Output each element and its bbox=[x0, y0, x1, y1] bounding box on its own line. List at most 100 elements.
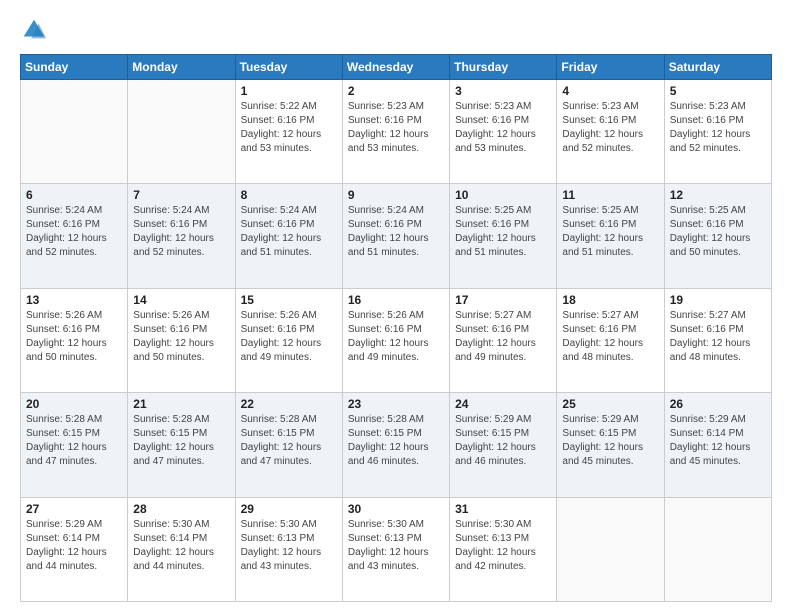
calendar-week-row: 20 Sunrise: 5:28 AM Sunset: 6:15 PM Dayli… bbox=[21, 393, 772, 497]
day-info: Sunrise: 5:30 AM Sunset: 6:13 PM Dayligh… bbox=[455, 518, 551, 574]
day-info: Sunrise: 5:29 AM Sunset: 6:14 PM Dayligh… bbox=[670, 413, 766, 469]
calendar-cell: 28 Sunrise: 5:30 AM Sunset: 6:14 PM Dayli… bbox=[128, 497, 235, 601]
day-info: Sunrise: 5:27 AM Sunset: 6:16 PM Dayligh… bbox=[455, 309, 551, 365]
calendar-day-header: Saturday bbox=[664, 55, 771, 80]
day-info: Sunrise: 5:26 AM Sunset: 6:16 PM Dayligh… bbox=[26, 309, 122, 365]
day-info: Sunrise: 5:26 AM Sunset: 6:16 PM Dayligh… bbox=[241, 309, 337, 365]
day-info: Sunrise: 5:27 AM Sunset: 6:16 PM Dayligh… bbox=[562, 309, 658, 365]
day-number: 2 bbox=[348, 84, 444, 98]
day-number: 19 bbox=[670, 293, 766, 307]
calendar-cell: 30Sunrise: 5:30 AM Sunset: 6:13 PM Dayli… bbox=[342, 497, 449, 601]
day-info: Sunrise: 5:24 AM Sunset: 6:16 PM Dayligh… bbox=[26, 204, 122, 260]
calendar-cell: 9 Sunrise: 5:24 AM Sunset: 6:16 PM Daylig… bbox=[342, 184, 449, 288]
day-number: 11 bbox=[562, 188, 658, 202]
calendar-cell: 1 Sunrise: 5:22 AM Sunset: 6:16 PM Daylig… bbox=[235, 80, 342, 184]
day-info: Sunrise: 5:24 AM Sunset: 6:16 PM Dayligh… bbox=[241, 204, 337, 260]
calendar-cell: 4 Sunrise: 5:23 AM Sunset: 6:16 PM Daylig… bbox=[557, 80, 664, 184]
day-number: 29 bbox=[241, 502, 337, 516]
day-info: Sunrise: 5:23 AM Sunset: 6:16 PM Dayligh… bbox=[562, 100, 658, 156]
day-info: Sunrise: 5:28 AM Sunset: 6:15 PM Dayligh… bbox=[133, 413, 229, 469]
calendar-cell: 29 Sunrise: 5:30 AM Sunset: 6:13 PM Dayli… bbox=[235, 497, 342, 601]
day-info: Sunrise: 5:28 AM Sunset: 6:15 PM Dayligh… bbox=[348, 413, 444, 469]
calendar-cell: 22 Sunrise: 5:28 AM Sunset: 6:15 PM Dayli… bbox=[235, 393, 342, 497]
calendar-cell: 8Sunrise: 5:24 AM Sunset: 6:16 PM Daylig… bbox=[235, 184, 342, 288]
calendar-cell: 7Sunrise: 5:24 AM Sunset: 6:16 PM Daylig… bbox=[128, 184, 235, 288]
calendar-cell: 14 Sunrise: 5:26 AM Sunset: 6:16 PM Dayli… bbox=[128, 288, 235, 392]
day-number: 22 bbox=[241, 397, 337, 411]
day-info: Sunrise: 5:22 AM Sunset: 6:16 PM Dayligh… bbox=[241, 100, 337, 156]
calendar-cell: 25Sunrise: 5:29 AM Sunset: 6:15 PM Dayli… bbox=[557, 393, 664, 497]
day-info: Sunrise: 5:25 AM Sunset: 6:16 PM Dayligh… bbox=[455, 204, 551, 260]
logo bbox=[20, 16, 52, 44]
day-info: Sunrise: 5:30 AM Sunset: 6:13 PM Dayligh… bbox=[241, 518, 337, 574]
day-info: Sunrise: 5:25 AM Sunset: 6:16 PM Dayligh… bbox=[670, 204, 766, 260]
day-info: Sunrise: 5:23 AM Sunset: 6:16 PM Dayligh… bbox=[455, 100, 551, 156]
calendar-week-row: 1 Sunrise: 5:22 AM Sunset: 6:16 PM Daylig… bbox=[21, 80, 772, 184]
day-number: 3 bbox=[455, 84, 551, 98]
day-number: 30 bbox=[348, 502, 444, 516]
day-info: Sunrise: 5:29 AM Sunset: 6:14 PM Dayligh… bbox=[26, 518, 122, 574]
day-number: 20 bbox=[26, 397, 122, 411]
calendar-cell: 19 Sunrise: 5:27 AM Sunset: 6:16 PM Dayli… bbox=[664, 288, 771, 392]
day-info: Sunrise: 5:27 AM Sunset: 6:16 PM Dayligh… bbox=[670, 309, 766, 365]
day-number: 26 bbox=[670, 397, 766, 411]
day-number: 23 bbox=[348, 397, 444, 411]
header bbox=[20, 16, 772, 44]
calendar-cell: 17 Sunrise: 5:27 AM Sunset: 6:16 PM Dayli… bbox=[450, 288, 557, 392]
calendar-week-row: 6 Sunrise: 5:24 AM Sunset: 6:16 PM Daylig… bbox=[21, 184, 772, 288]
calendar-cell: 6 Sunrise: 5:24 AM Sunset: 6:16 PM Daylig… bbox=[21, 184, 128, 288]
day-number: 12 bbox=[670, 188, 766, 202]
day-number: 24 bbox=[455, 397, 551, 411]
day-info: Sunrise: 5:24 AM Sunset: 6:16 PM Dayligh… bbox=[348, 204, 444, 260]
day-number: 16 bbox=[348, 293, 444, 307]
calendar-day-header: Sunday bbox=[21, 55, 128, 80]
calendar-cell: 20 Sunrise: 5:28 AM Sunset: 6:15 PM Dayli… bbox=[21, 393, 128, 497]
day-number: 21 bbox=[133, 397, 229, 411]
calendar-cell: 16 Sunrise: 5:26 AM Sunset: 6:16 PM Dayli… bbox=[342, 288, 449, 392]
calendar-day-header: Friday bbox=[557, 55, 664, 80]
day-info: Sunrise: 5:24 AM Sunset: 6:16 PM Dayligh… bbox=[133, 204, 229, 260]
day-number: 17 bbox=[455, 293, 551, 307]
day-info: Sunrise: 5:29 AM Sunset: 6:15 PM Dayligh… bbox=[562, 413, 658, 469]
calendar-cell bbox=[128, 80, 235, 184]
day-number: 27 bbox=[26, 502, 122, 516]
day-number: 9 bbox=[348, 188, 444, 202]
calendar-cell: 12 Sunrise: 5:25 AM Sunset: 6:16 PM Dayli… bbox=[664, 184, 771, 288]
calendar-day-header: Thursday bbox=[450, 55, 557, 80]
logo-icon bbox=[20, 16, 48, 44]
calendar-day-header: Wednesday bbox=[342, 55, 449, 80]
calendar-cell bbox=[557, 497, 664, 601]
day-number: 6 bbox=[26, 188, 122, 202]
day-number: 10 bbox=[455, 188, 551, 202]
calendar-cell: 31 Sunrise: 5:30 AM Sunset: 6:13 PM Dayli… bbox=[450, 497, 557, 601]
day-number: 4 bbox=[562, 84, 658, 98]
calendar-cell: 27 Sunrise: 5:29 AM Sunset: 6:14 PM Dayli… bbox=[21, 497, 128, 601]
calendar-cell: 13Sunrise: 5:26 AM Sunset: 6:16 PM Dayli… bbox=[21, 288, 128, 392]
day-info: Sunrise: 5:30 AM Sunset: 6:14 PM Dayligh… bbox=[133, 518, 229, 574]
calendar-cell: 18 Sunrise: 5:27 AM Sunset: 6:16 PM Dayli… bbox=[557, 288, 664, 392]
page: SundayMondayTuesdayWednesdayThursdayFrid… bbox=[0, 0, 792, 612]
calendar-cell: 15 Sunrise: 5:26 AM Sunset: 6:16 PM Dayli… bbox=[235, 288, 342, 392]
calendar-day-header: Monday bbox=[128, 55, 235, 80]
calendar-table: SundayMondayTuesdayWednesdayThursdayFrid… bbox=[20, 54, 772, 602]
day-number: 1 bbox=[241, 84, 337, 98]
day-info: Sunrise: 5:23 AM Sunset: 6:16 PM Dayligh… bbox=[348, 100, 444, 156]
day-number: 5 bbox=[670, 84, 766, 98]
day-info: Sunrise: 5:25 AM Sunset: 6:16 PM Dayligh… bbox=[562, 204, 658, 260]
day-info: Sunrise: 5:26 AM Sunset: 6:16 PM Dayligh… bbox=[133, 309, 229, 365]
day-number: 31 bbox=[455, 502, 551, 516]
day-info: Sunrise: 5:26 AM Sunset: 6:16 PM Dayligh… bbox=[348, 309, 444, 365]
calendar-cell: 10 Sunrise: 5:25 AM Sunset: 6:16 PM Dayli… bbox=[450, 184, 557, 288]
day-number: 28 bbox=[133, 502, 229, 516]
calendar-cell bbox=[664, 497, 771, 601]
calendar-cell: 24Sunrise: 5:29 AM Sunset: 6:15 PM Dayli… bbox=[450, 393, 557, 497]
day-info: Sunrise: 5:28 AM Sunset: 6:15 PM Dayligh… bbox=[241, 413, 337, 469]
calendar-cell: 21 Sunrise: 5:28 AM Sunset: 6:15 PM Dayli… bbox=[128, 393, 235, 497]
day-number: 14 bbox=[133, 293, 229, 307]
day-number: 15 bbox=[241, 293, 337, 307]
day-number: 18 bbox=[562, 293, 658, 307]
calendar-week-row: 27 Sunrise: 5:29 AM Sunset: 6:14 PM Dayli… bbox=[21, 497, 772, 601]
day-info: Sunrise: 5:23 AM Sunset: 6:16 PM Dayligh… bbox=[670, 100, 766, 156]
calendar-cell: 2 Sunrise: 5:23 AM Sunset: 6:16 PM Daylig… bbox=[342, 80, 449, 184]
day-info: Sunrise: 5:28 AM Sunset: 6:15 PM Dayligh… bbox=[26, 413, 122, 469]
